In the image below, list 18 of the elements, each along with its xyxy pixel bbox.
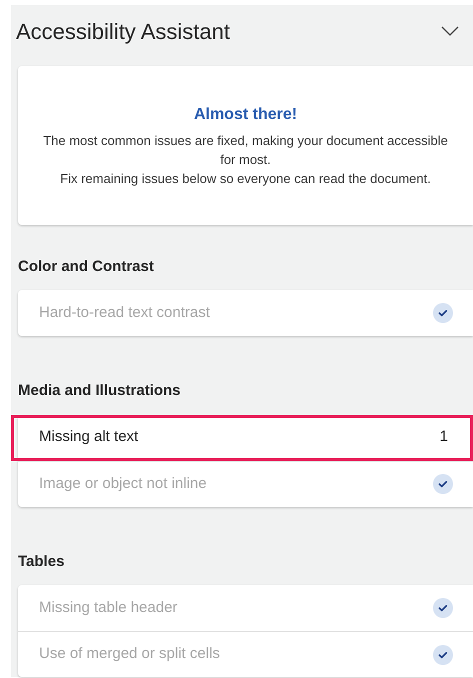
issue-item[interactable]: Image or object not inline: [18, 460, 473, 506]
issue-item[interactable]: Missing alt text 1: [11, 414, 473, 460]
issue-item[interactable]: Hard-to-read text contrast: [18, 290, 473, 336]
section-heading: Media and Illustrations: [18, 381, 182, 401]
issue-count: 1: [440, 427, 448, 448]
chevron-down-icon[interactable]: [441, 26, 459, 36]
section-heading: Tables: [18, 552, 66, 572]
issue-item[interactable]: Use of merged or split cells: [18, 631, 473, 677]
section-heading: Color and Contrast: [18, 256, 155, 276]
checkmark-icon: [433, 474, 453, 494]
summary-text: The most common issues are fixed, making your document accessible for most.: [42, 132, 449, 169]
issue-item[interactable]: Missing table header: [18, 585, 473, 631]
summary-text: Fix remaining issues below so everyone can read the document.: [59, 170, 432, 188]
summary-heading: Almost there!: [194, 104, 298, 125]
checkmark-icon: [433, 598, 453, 618]
checkmark-icon: [433, 303, 453, 323]
checkmark-icon: [433, 644, 453, 664]
pane-title: Accessibility Assistant: [16, 18, 230, 46]
